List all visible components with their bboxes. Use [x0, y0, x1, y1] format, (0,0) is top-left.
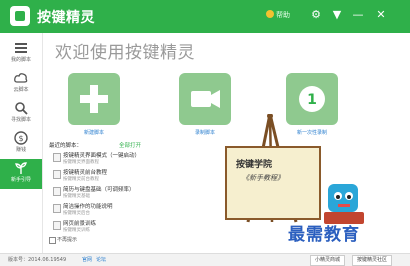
sidebar-item-cloud[interactable]: 云脚本 — [0, 69, 42, 99]
script-name[interactable]: 网页前景训练 — [63, 219, 96, 227]
board-subtitle: 《新手教程》 — [242, 174, 284, 182]
website-link[interactable]: 官网 — [82, 256, 92, 263]
script-desc: 按键精灵训练 — [63, 228, 90, 233]
script-name[interactable]: 简历与键盘基础（可调频率） — [63, 185, 135, 193]
sidebar-item-search[interactable]: 寻找脚本 — [0, 99, 42, 129]
sidebar-item-beginner[interactable]: 新手引导 — [0, 159, 42, 189]
list-item[interactable]: 简洁操作的功能说明 按键精灵后台 — [53, 202, 183, 219]
list-item[interactable]: 简历与键盘基础（可调频率） 按键精灵基础 — [53, 185, 183, 202]
script-file-icon — [53, 170, 61, 179]
list-item[interactable]: 按键精灵前台教程 按键精灵前台教程 — [53, 168, 183, 185]
script-file-icon — [53, 221, 61, 230]
no-show-label[interactable]: 不再提示 — [57, 236, 77, 243]
dropdown-menu-icon[interactable]: ▼ — [330, 7, 344, 23]
search-icon — [15, 102, 28, 115]
app-title: 按键精灵 — [37, 10, 95, 26]
sidebar-item-label: 新手引导 — [10, 177, 31, 183]
help-link[interactable]: 帮助 — [276, 10, 290, 20]
community-button[interactable]: 按键精灵社区 — [352, 255, 393, 266]
title-bar: 按键精灵 帮助 ⚙ ▼ — ✕ — [0, 0, 410, 33]
svg-text:$: $ — [18, 134, 23, 143]
plant-icon — [15, 162, 27, 174]
sidebar-item-my-scripts[interactable]: 我的脚本 — [0, 39, 42, 69]
app-window: 按键精灵 帮助 ⚙ ▼ — ✕ 我的脚本 云脚本 寻找脚本 $ 赚钱 新手引导 … — [0, 0, 410, 266]
settings-gear-icon[interactable]: ⚙ — [309, 7, 323, 23]
svg-text:1: 1 — [307, 92, 317, 108]
script-desc: 按键精灵基础 — [63, 194, 90, 199]
sidebar: 我的脚本 云脚本 寻找脚本 $ 赚钱 新手引导 — [0, 33, 43, 253]
script-desc: 按键精灵前台教程 — [63, 177, 99, 182]
help-icon[interactable] — [266, 10, 274, 18]
script-desc: 按键精灵后台 — [63, 211, 90, 216]
script-file-icon — [53, 204, 61, 213]
watermark-text: 最需教育 — [288, 225, 360, 245]
script-name[interactable]: 简洁操作的功能说明 — [63, 202, 113, 210]
forum-link[interactable]: 论坛 — [96, 256, 106, 263]
list-item[interactable]: 按键精灵界面模式（一键启动） 按键精灵界面教程 — [53, 151, 183, 168]
welcome-heading: 欢迎使用按键精灵 — [55, 43, 195, 63]
recent-scripts-title: 最近的脚本： — [49, 143, 83, 149]
no-show-checkbox[interactable] — [49, 237, 56, 244]
sidebar-item-label: 我的脚本 — [10, 57, 31, 63]
coin-icon: $ — [14, 131, 28, 145]
store-button[interactable]: 小精灵商城 — [310, 255, 346, 266]
open-all-link[interactable]: 全部打开 — [119, 141, 141, 149]
sidebar-item-label: 寻找脚本 — [10, 117, 31, 123]
minimize-icon[interactable]: — — [351, 7, 365, 23]
script-file-icon — [53, 153, 61, 162]
close-icon[interactable]: ✕ — [374, 7, 388, 23]
script-file-icon — [53, 187, 61, 196]
version-text: 版本号：2014.06.19549 — [8, 257, 67, 263]
script-name[interactable]: 按键精灵前台教程 — [63, 168, 107, 176]
sidebar-item-label: 云脚本 — [13, 87, 29, 93]
script-desc: 按键精灵界面教程 — [63, 160, 99, 165]
plus-icon — [80, 85, 108, 113]
cloud-icon — [14, 73, 28, 83]
new-script-card[interactable] — [68, 73, 120, 125]
new-script-label[interactable]: 新建脚本 — [59, 129, 129, 136]
app-logo-icon — [10, 6, 30, 26]
sidebar-item-label: 赚钱 — [15, 147, 26, 153]
board-title: 按键学院 — [236, 160, 273, 170]
list-icon — [15, 43, 27, 53]
sidebar-item-earn[interactable]: $ 赚钱 — [0, 129, 42, 159]
list-item[interactable]: 网页前景训练 按键精灵训练 — [53, 219, 183, 236]
script-name[interactable]: 按键精灵界面模式（一键启动） — [63, 151, 140, 159]
status-bar: 版本号：2014.06.19549 官网 论坛 小精灵商城 按键精灵社区 — [0, 253, 410, 266]
